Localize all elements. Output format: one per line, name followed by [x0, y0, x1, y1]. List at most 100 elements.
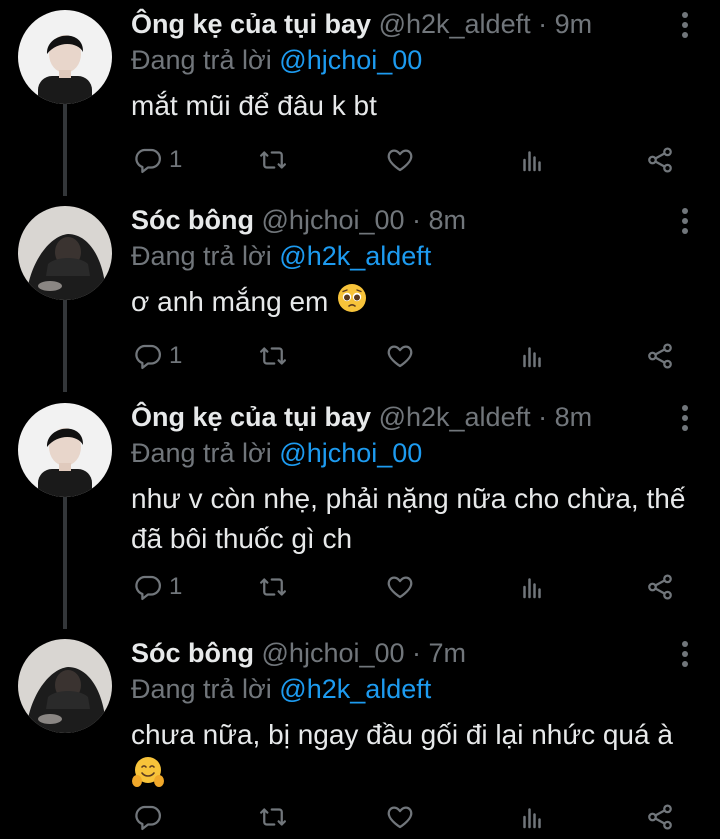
- share-button[interactable]: [645, 799, 675, 835]
- timestamp[interactable]: · 8m: [412, 205, 466, 235]
- retweet-button[interactable]: [258, 338, 288, 374]
- reply-count: 1: [169, 146, 183, 173]
- tweet-text: chưa nữa, bị ngay đầu gối đi lại nhức qu…: [131, 715, 701, 800]
- tweet-actions: 1: [131, 142, 691, 178]
- reply-count: 1: [169, 342, 183, 369]
- mention-link[interactable]: @hjchoi_00: [279, 438, 422, 468]
- tweet-text-content: mắt mũi để đâu k bt: [131, 90, 377, 121]
- user-handle[interactable]: @hjchoi_00: [262, 205, 405, 235]
- tweet-text-content: ơ anh mắng em: [131, 286, 329, 317]
- thread-connector-line: [63, 300, 67, 392]
- hugging-face-icon: [131, 755, 165, 800]
- like-button[interactable]: [385, 142, 415, 178]
- like-icon: [387, 345, 413, 368]
- thread-connector-line: [63, 497, 67, 629]
- share-icon: [648, 147, 672, 173]
- retweet-button[interactable]: [258, 799, 288, 835]
- replying-prefix: Đang trả lời: [131, 45, 272, 75]
- tweet-header: Ông kẹ của tụi bay @h2k_aldeft · 8m: [131, 399, 592, 435]
- tweet-actions: [131, 799, 691, 835]
- replying-to: Đang trả lời @hjchoi_00: [131, 42, 422, 78]
- more-options-icon[interactable]: [680, 12, 690, 40]
- reply-icon: [135, 575, 161, 600]
- replying-prefix: Đang trả lời: [131, 438, 272, 468]
- replying-to: Đang trả lời @h2k_aldeft: [131, 671, 431, 707]
- avatar[interactable]: [18, 206, 112, 300]
- share-icon: [648, 804, 672, 830]
- tweet-actions: 1: [131, 569, 691, 605]
- reply-icon: [135, 148, 161, 173]
- display-name[interactable]: Sóc bông: [131, 205, 254, 235]
- tweet[interactable]: Sóc bông @hjchoi_00 · 7m Đang trả lời @h…: [0, 629, 720, 839]
- tweet[interactable]: Ông kẹ của tụi bay @h2k_aldeft · 8m Đang…: [0, 393, 720, 629]
- tweet-header: Ông kẹ của tụi bay @h2k_aldeft · 9m: [131, 6, 592, 42]
- replying-prefix: Đang trả lời: [131, 241, 272, 271]
- share-icon: [648, 343, 672, 369]
- mention-link[interactable]: @h2k_aldeft: [279, 674, 431, 704]
- like-icon: [387, 149, 413, 172]
- reply-icon: [135, 805, 161, 830]
- tweet-text: mắt mũi để đâu k bt: [131, 86, 701, 126]
- thread-connector-line: [63, 104, 67, 196]
- like-icon: [387, 806, 413, 829]
- tweet-header: Sóc bông @hjchoi_00 · 7m: [131, 635, 466, 671]
- like-button[interactable]: [385, 338, 415, 374]
- retweet-icon: [260, 808, 286, 826]
- analytics-icon: [523, 808, 541, 829]
- more-options-icon[interactable]: [680, 405, 690, 433]
- analytics-button[interactable]: [517, 142, 547, 178]
- analytics-icon: [523, 578, 541, 599]
- replying-to: Đang trả lời @hjchoi_00: [131, 435, 422, 471]
- share-button[interactable]: [645, 569, 675, 605]
- like-button[interactable]: [385, 569, 415, 605]
- tweet-text: như v còn nhẹ, phải nặng nữa cho chừa, t…: [131, 479, 701, 559]
- tweet-actions: 1: [131, 338, 691, 374]
- analytics-icon: [523, 347, 541, 368]
- avatar[interactable]: [18, 10, 112, 104]
- tweet-text: ơ anh mắng em: [131, 282, 701, 325]
- mention-link[interactable]: @hjchoi_00: [279, 45, 422, 75]
- tweet-header: Sóc bông @hjchoi_00 · 8m: [131, 202, 466, 238]
- tweet-text-content: chưa nữa, bị ngay đầu gối đi lại nhức qu…: [131, 719, 673, 750]
- like-icon: [387, 576, 413, 599]
- avatar[interactable]: [18, 403, 112, 497]
- share-button[interactable]: [645, 338, 675, 374]
- reply-thread: Ông kẹ của tụi bay @h2k_aldeft · 9m Đang…: [0, 0, 720, 839]
- pleading-face-icon: [336, 282, 368, 325]
- timestamp[interactable]: · 8m: [538, 402, 592, 432]
- tweet[interactable]: Sóc bông @hjchoi_00 · 8m Đang trả lời @h…: [0, 196, 720, 392]
- reply-icon: [135, 344, 161, 369]
- retweet-button[interactable]: [258, 142, 288, 178]
- tweet[interactable]: Ông kẹ của tụi bay @h2k_aldeft · 9m Đang…: [0, 0, 720, 196]
- analytics-button[interactable]: [517, 338, 547, 374]
- analytics-button[interactable]: [517, 799, 547, 835]
- tweet-text-content: như v còn nhẹ, phải nặng nữa cho chừa, t…: [131, 483, 686, 554]
- user-handle[interactable]: @h2k_aldeft: [379, 402, 531, 432]
- share-icon: [648, 574, 672, 600]
- more-options-icon[interactable]: [680, 641, 690, 669]
- mention-link[interactable]: @h2k_aldeft: [279, 241, 431, 271]
- user-handle[interactable]: @hjchoi_00: [262, 638, 405, 668]
- reply-count: 1: [169, 573, 183, 600]
- avatar[interactable]: [18, 639, 112, 733]
- analytics-button[interactable]: [517, 569, 547, 605]
- retweet-icon: [260, 578, 286, 596]
- replying-prefix: Đang trả lời: [131, 674, 272, 704]
- user-handle[interactable]: @h2k_aldeft: [379, 9, 531, 39]
- share-button[interactable]: [645, 142, 675, 178]
- display-name[interactable]: Ông kẹ của tụi bay: [131, 9, 371, 39]
- like-button[interactable]: [385, 799, 415, 835]
- more-options-icon[interactable]: [680, 208, 690, 236]
- replying-to: Đang trả lời @h2k_aldeft: [131, 238, 431, 274]
- timestamp[interactable]: · 7m: [412, 638, 466, 668]
- reply-button[interactable]: 1: [133, 142, 182, 178]
- timestamp[interactable]: · 9m: [538, 9, 592, 39]
- display-name[interactable]: Ông kẹ của tụi bay: [131, 402, 371, 432]
- retweet-icon: [260, 347, 286, 365]
- reply-button[interactable]: 1: [133, 338, 182, 374]
- retweet-icon: [260, 151, 286, 169]
- reply-button[interactable]: 1: [133, 569, 182, 605]
- reply-button[interactable]: [133, 799, 169, 835]
- display-name[interactable]: Sóc bông: [131, 638, 254, 668]
- retweet-button[interactable]: [258, 569, 288, 605]
